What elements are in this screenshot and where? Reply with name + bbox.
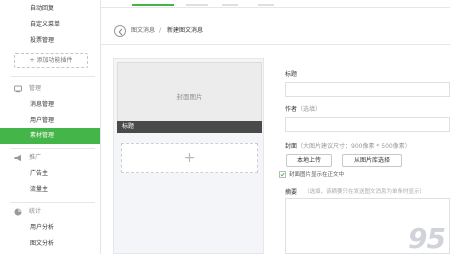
chart-icon — [14, 208, 22, 216]
sidebar-item-article-analytics[interactable]: 图文分析 — [0, 236, 100, 252]
sidebar-item-user-analytics[interactable]: 用户分析 — [0, 220, 100, 236]
sidebar-item-publisher[interactable]: 流量主 — [0, 182, 100, 198]
tab-inactive[interactable] — [222, 0, 238, 6]
megaphone-icon — [14, 154, 21, 162]
breadcrumb-separator: / — [159, 27, 162, 34]
sidebar-item-materials[interactable]: 素材管理 — [0, 128, 100, 144]
summary-label: 摘要 — [285, 189, 298, 196]
sidebar-item-messages[interactable]: 消息管理 — [0, 97, 100, 113]
breadcrumb-current: 新建图文消息 — [167, 27, 204, 34]
tab-active-indicator[interactable] — [132, 0, 174, 6]
chevron-left-icon — [118, 28, 123, 36]
plus-icon: + — [183, 150, 196, 166]
sidebar-group-title: 推广 — [29, 154, 42, 161]
management-icon — [14, 85, 22, 93]
sidebar-divider — [10, 76, 95, 77]
back-button[interactable] — [114, 25, 126, 37]
sidebar-item-custom-menu[interactable]: 自定义菜单 — [0, 17, 100, 33]
cover-label-text: 封面 — [285, 143, 298, 150]
show-cover-label: 封面图片显示在正文中 — [289, 172, 345, 178]
cover-hint: （大图片建议尺寸：900像素 * 500像素） — [297, 143, 411, 150]
sidebar-group-statistics: 统计 — [0, 205, 100, 219]
sidebar: 自动回复 自定义菜单 投票管理 + 添加功能插件 管理 消息管理 用户管理 素材… — [0, 0, 101, 254]
cover-image-placeholder[interactable]: 封面图片 — [117, 62, 262, 122]
add-plugin-button[interactable]: + 添加功能插件 — [14, 53, 88, 68]
app-root: 自动回复 自定义菜单 投票管理 + 添加功能插件 管理 消息管理 用户管理 素材… — [0, 0, 450, 254]
author-label-text: 作者 — [285, 106, 298, 113]
site-watermark: 95 — [408, 222, 446, 254]
cover-placeholder-text: 封面图片 — [176, 93, 203, 101]
author-hint: （选填） — [297, 106, 322, 113]
preview-title-bar: 标题 — [117, 121, 262, 133]
local-upload-button[interactable]: 本地上传 — [286, 154, 332, 167]
checkmark-icon — [280, 172, 285, 177]
sidebar-group-management: 管理 — [0, 82, 100, 96]
sidebar-divider — [10, 202, 95, 203]
add-article-button[interactable]: + — [121, 143, 258, 173]
summary-hint: （选填，该摘要只在发送图文消息为单条时显示） — [304, 189, 426, 195]
select-from-library-button[interactable]: 从图片库选择 — [342, 154, 402, 167]
divider — [101, 44, 450, 45]
sidebar-item-advertiser[interactable]: 广告主 — [0, 166, 100, 182]
title-input[interactable] — [285, 82, 450, 97]
sidebar-item-auto-reply[interactable]: 自动回复 — [0, 1, 100, 17]
sidebar-item-users[interactable]: 用户管理 — [0, 113, 100, 129]
sidebar-item-vote[interactable]: 投票管理 — [0, 33, 100, 49]
cover-label: 封面（大图片建议尺寸：900像素 * 500像素） — [285, 141, 411, 150]
show-cover-checkbox[interactable] — [279, 171, 286, 178]
tab-inactive[interactable] — [258, 0, 274, 6]
title-label: 标题 — [285, 71, 298, 78]
sidebar-group-title: 统计 — [29, 208, 42, 215]
author-input[interactable] — [285, 117, 450, 132]
breadcrumb-parent-link[interactable]: 图文消息 — [131, 26, 155, 36]
sidebar-group-title: 管理 — [29, 85, 42, 92]
sidebar-divider — [10, 148, 95, 149]
author-label: 作者（选填） — [285, 104, 321, 113]
sidebar-group-promotion: 推广 — [0, 151, 100, 165]
tab-inactive[interactable] — [186, 0, 208, 6]
